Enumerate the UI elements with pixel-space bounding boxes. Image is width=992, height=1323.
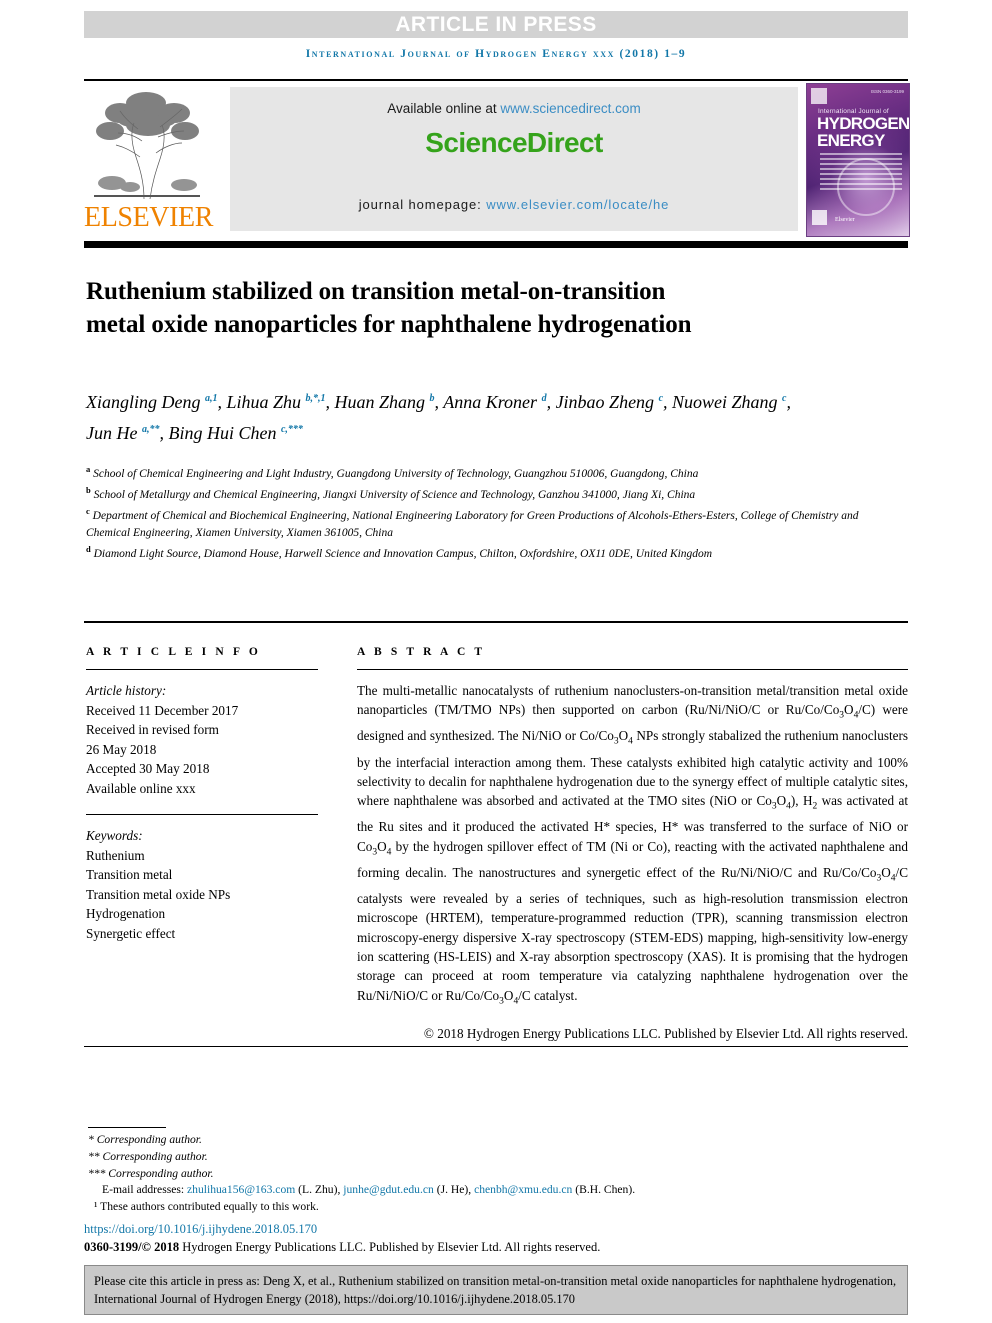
cover-logo-badge-top (811, 88, 827, 104)
article-first-page: ARTICLE IN PRESS International Journal o… (0, 0, 992, 1323)
article-in-press-banner: ARTICLE IN PRESS (84, 11, 908, 38)
cite-this-article-text: Please cite this article in press as: De… (94, 1274, 897, 1306)
journal-homepage-line: journal homepage: www.elsevier.com/locat… (359, 197, 670, 212)
page-title: Ruthenium stabilized on transition metal… (86, 277, 692, 338)
issn-copyright-text: Hydrogen Energy Publications LLC. Publis… (179, 1240, 601, 1254)
equal-contribution-note: ¹ These authors contributed equally to t… (94, 1200, 319, 1214)
doi-link[interactable]: https://doi.org/10.1016/j.ijhydene.2018.… (84, 1222, 317, 1237)
abstract-heading: A B S T R A C T (357, 646, 486, 658)
affiliation-marker: b (86, 485, 91, 496)
email-label: E-mail addresses: (102, 1183, 185, 1197)
history-item: 26 May 2018 (86, 741, 157, 757)
article-info-column: A R T I C L E I N F O Article history: R… (86, 646, 318, 943)
journal-masthead: ELSEVIER Available online at www.science… (84, 83, 910, 237)
email-owner-zhu: (L. Zhu), (298, 1183, 341, 1197)
history-item: Accepted 30 May 2018 (86, 761, 210, 776)
corresponding-author-2: ** Corresponding author. (88, 1149, 208, 1163)
corresponding-author-3: *** Corresponding author. (88, 1166, 214, 1180)
affiliation-marker: d (86, 544, 91, 555)
elsevier-wordmark: ELSEVIER (84, 202, 214, 233)
article-info-heading: A R T I C L E I N F O (86, 646, 261, 658)
corresponding-author-1: * Corresponding author. (88, 1133, 202, 1146)
journal-homepage-prefix: journal homepage: (358, 197, 487, 212)
affiliation-item: b School of Metallurgy and Chemical Engi… (86, 485, 696, 502)
keyword-item: Transition metal oxide NPs (86, 886, 231, 902)
abstract-column: A B S T R A C T The multi-metallic nanoc… (357, 646, 908, 1043)
journal-running-head: International Journal of Hydrogen Energy… (305, 48, 687, 60)
affiliation-item: d Diamond Light Source, Diamond House, H… (86, 544, 713, 560)
email-owner-chen: (B.H. Chen). (575, 1183, 636, 1197)
author-list: Xiangling Deng a,1, Lihua Zhu b,*,1, Hua… (86, 392, 791, 443)
email-link-zhu[interactable]: zhulihua156@163.com (187, 1183, 295, 1196)
elsevier-logo: ELSEVIER (84, 83, 214, 235)
sciencedirect-wordmark: ScienceDirect (425, 127, 603, 158)
abstract-copyright: © 2018 Hydrogen Energy Publications LLC.… (423, 1025, 908, 1041)
affiliation-item: c Department of Chemical and Biochemical… (86, 506, 859, 539)
keyword-item: Synergetic effect (86, 925, 176, 941)
issn-code: 0360-3199/© 2018 (84, 1240, 180, 1254)
journal-homepage-link[interactable]: www.elsevier.com/locate/he (486, 197, 669, 212)
article-in-press-label: ARTICLE IN PRESS (395, 12, 597, 36)
sciencedirect-link[interactable]: www.sciencedirect.com (500, 101, 640, 116)
footnote-separator (88, 1127, 166, 1128)
cite-this-article-box: Please cite this article in press as: De… (84, 1265, 908, 1315)
cover-publisher-label: Elsevier (835, 217, 855, 223)
email-owner-he: (J. He), (436, 1183, 472, 1197)
elsevier-tree-icon (90, 87, 204, 203)
affiliation-marker: a (86, 464, 91, 474)
cover-logo-badge-bottom (812, 210, 827, 225)
cover-issn-code: ISSN 0360-3199 (870, 89, 904, 94)
journal-cover-thumbnail: ISSN 0360-3199 International Journal of … (806, 83, 910, 237)
keyword-item: Hydrogenation (86, 906, 166, 922)
available-online-line: Available online at www.sciencedirect.co… (387, 101, 640, 116)
abstract-rule (357, 669, 908, 670)
history-item: Available online xxx (86, 780, 196, 796)
history-item: Received in revised form (86, 722, 219, 737)
article-history-label: Article history: (86, 683, 167, 698)
masthead-top-rule (84, 79, 908, 81)
keyword-item: Ruthenium (86, 847, 145, 863)
keywords-block: Keywords: Ruthenium Transition metal Tra… (86, 826, 318, 943)
keywords-rule (86, 814, 318, 816)
article-history-block: Article history: Received 11 December 20… (86, 681, 318, 798)
affiliation-item: a School of Chemical Engineering and Lig… (86, 464, 699, 480)
sciencedirect-box: Available online at www.sciencedirect.co… (230, 87, 798, 231)
history-item: Received 11 December 2017 (86, 702, 239, 718)
keywords-label: Keywords: (86, 828, 143, 844)
affiliation-list: a School of Chemical Engineering and Lig… (86, 461, 866, 562)
cover-editor-lines (820, 153, 902, 193)
email-addresses-line: E-mail addresses: zhulihua156@163.com (L… (88, 1182, 908, 1199)
elsevier-tree-svg (94, 92, 200, 200)
cover-journal-title: HYDROGEN ENERGY (817, 115, 909, 150)
available-online-prefix: Available online at (387, 101, 501, 116)
abstract-bottom-rule (84, 1046, 908, 1048)
footnote-block: * Corresponding author. ** Corresponding… (88, 1132, 908, 1216)
email-link-chen[interactable]: chenbh@xmu.edu.cn (474, 1183, 572, 1196)
affiliation-marker: c (86, 506, 90, 517)
masthead-bottom-bar (84, 241, 908, 248)
issn-copyright-line: 0360-3199/© 2018 Hydrogen Energy Publica… (84, 1240, 600, 1255)
info-abstract-top-rule (84, 621, 908, 623)
cover-title-energy: ENERGY (817, 131, 885, 150)
keyword-item: Transition metal (86, 867, 173, 883)
email-link-he[interactable]: junhe@gdut.edu.cn (343, 1183, 434, 1196)
article-info-rule (86, 669, 318, 670)
abstract-body: The multi-metallic nanocatalysts of ruth… (357, 683, 908, 1007)
